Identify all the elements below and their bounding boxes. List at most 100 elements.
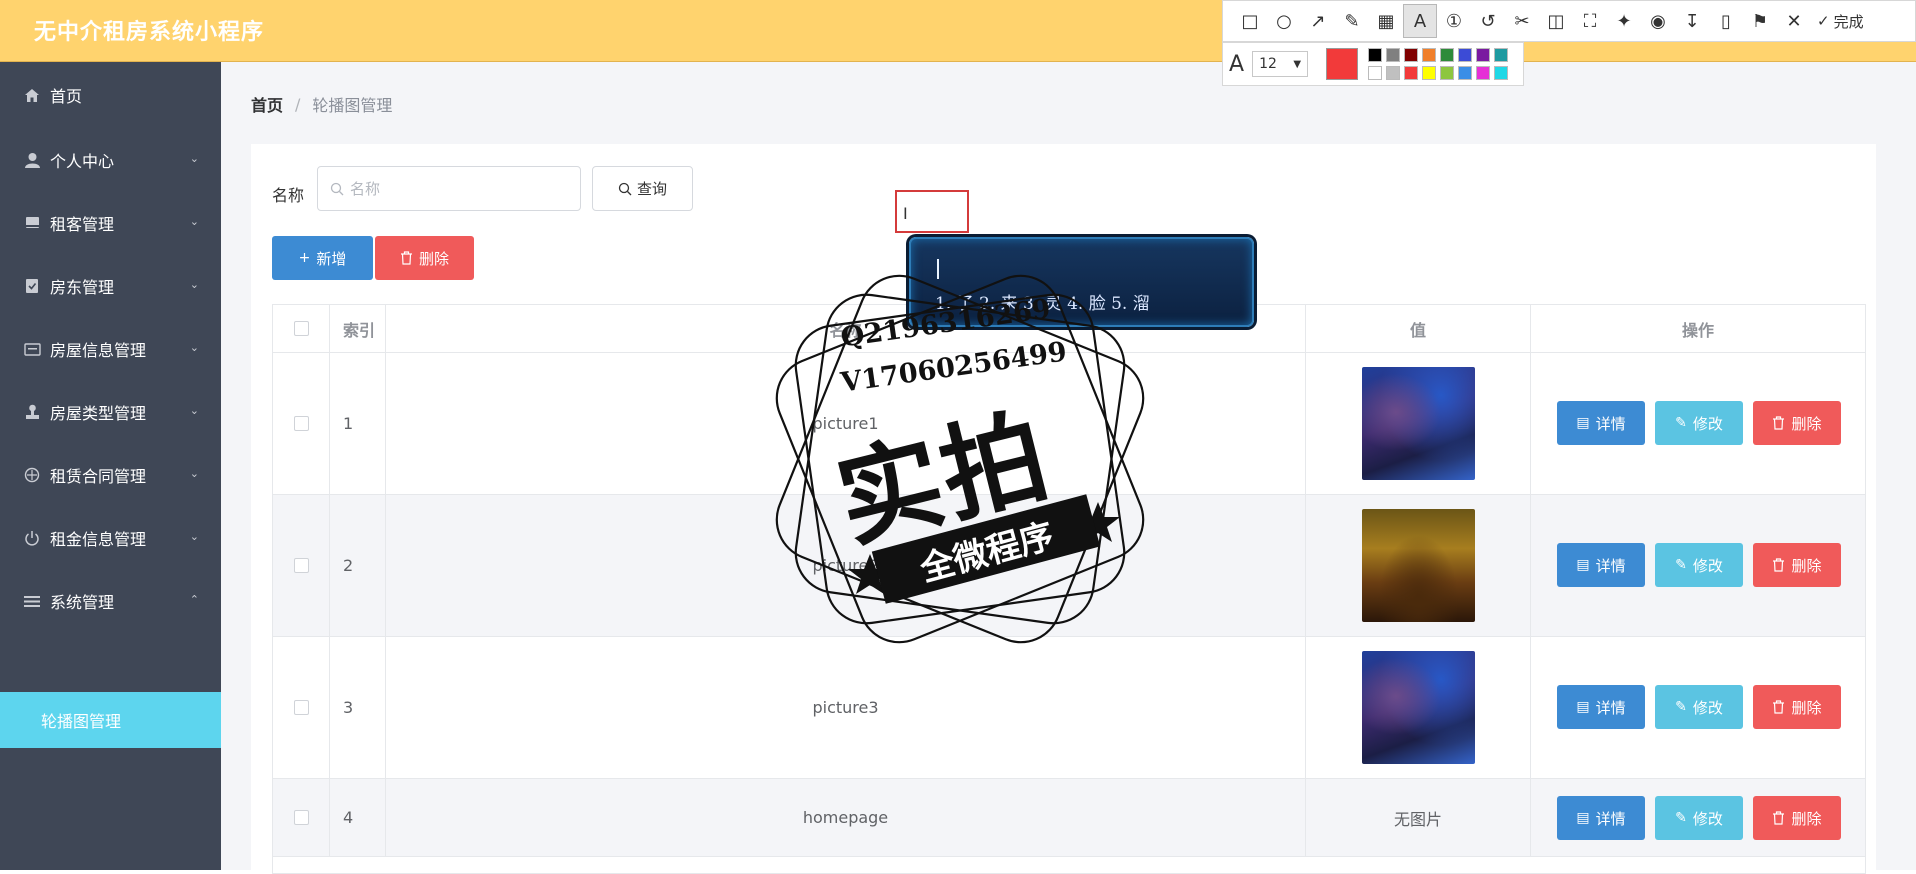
menu-icon — [22, 595, 42, 608]
sidebar-item-home[interactable]: 首页 — [0, 70, 221, 120]
row-delete-label: 删除 — [1791, 556, 1822, 575]
query-button[interactable]: 查询 — [592, 166, 693, 211]
bookmark-icon[interactable]: ⚑ — [1743, 4, 1777, 38]
pin-icon[interactable]: ✦ — [1607, 4, 1641, 38]
row-checkbox[interactable] — [293, 700, 309, 715]
detail-button[interactable]: ▤ 详情 — [1557, 796, 1645, 840]
record-icon[interactable]: ◉ — [1641, 4, 1675, 38]
detail-button[interactable]: ▤ 详情 — [1557, 685, 1645, 729]
color-swatch[interactable] — [1440, 48, 1455, 62]
color-swatch[interactable] — [1404, 66, 1419, 80]
row-delete-label: 删除 — [1791, 809, 1822, 828]
rectangle-tool-icon[interactable]: □ — [1233, 4, 1267, 38]
sidebar-item-rent-info[interactable]: 租金信息管理 ⌄ — [0, 513, 221, 563]
sidebar-item-contracts[interactable]: 租赁合同管理 ⌄ — [0, 450, 221, 500]
trash-icon — [400, 251, 412, 265]
edit-label: 修改 — [1692, 556, 1723, 575]
color-palette — [1368, 48, 1509, 80]
translate-icon[interactable]: ◫ — [1539, 4, 1573, 38]
carousel-thumbnail — [1361, 509, 1475, 622]
trash-icon — [1773, 811, 1785, 825]
pen-tool-icon[interactable]: ✎ — [1335, 4, 1369, 38]
color-swatch[interactable] — [1422, 48, 1437, 62]
trash-icon — [1773, 558, 1785, 572]
sidebar-item-profile[interactable]: 个人中心 ⌄ — [0, 135, 221, 185]
row-index: 3 — [330, 637, 386, 778]
breadcrumb-home[interactable]: 首页 — [251, 92, 283, 116]
pencil-icon: ✎ — [1675, 810, 1687, 826]
scissors-icon[interactable]: ✂ — [1505, 4, 1539, 38]
color-swatch[interactable] — [1404, 48, 1419, 62]
color-swatch[interactable] — [1386, 48, 1401, 62]
row-select-cell — [273, 353, 330, 494]
color-swatch[interactable] — [1368, 66, 1383, 80]
sidebar-item-carousel[interactable]: 轮播图管理 — [0, 692, 221, 748]
color-swatch[interactable] — [1476, 66, 1491, 80]
row-checkbox[interactable] — [293, 416, 309, 431]
card-icon — [22, 342, 42, 356]
color-swatch[interactable] — [1386, 66, 1401, 80]
header-select-cell — [273, 305, 330, 352]
row-delete-button[interactable]: 删除 — [1753, 401, 1841, 445]
sidebar-item-house-types[interactable]: 房屋类型管理 ⌄ — [0, 387, 221, 437]
font-size-select[interactable]: 12 ▼ — [1252, 51, 1309, 77]
row-delete-button[interactable]: 删除 — [1753, 543, 1841, 587]
edit-button[interactable]: ✎ 修改 — [1655, 685, 1743, 729]
color-swatch[interactable] — [1476, 48, 1491, 62]
sidebar-item-system[interactable]: 系统管理 ⌃ — [0, 576, 221, 626]
sidebar-item-house-info[interactable]: 房屋信息管理 ⌄ — [0, 324, 221, 374]
snip-toolbar: □ ○ ↗ ✎ ▦ A ① ↺ ✂ ◫ ⛶ ✦ ◉ ↧ ▯ ⚑ ✕ ✓ 完成 — [1222, 0, 1916, 42]
current-color-swatch[interactable] — [1326, 48, 1359, 80]
row-checkbox[interactable] — [293, 558, 309, 573]
color-swatch[interactable] — [1440, 66, 1455, 80]
font-size-value: 12 — [1259, 56, 1277, 72]
edit-button[interactable]: ✎ 修改 — [1655, 401, 1743, 445]
row-checkbox[interactable] — [293, 810, 309, 825]
close-icon[interactable]: ✕ — [1777, 4, 1811, 38]
color-swatch[interactable] — [1458, 66, 1473, 80]
row-index: 1 — [330, 353, 386, 494]
sidebar-item-tenants[interactable]: 租客管理 ⌄ — [0, 198, 221, 248]
color-swatch[interactable] — [1368, 48, 1383, 62]
mosaic-tool-icon[interactable]: ▦ — [1369, 4, 1403, 38]
color-swatch[interactable] — [1494, 48, 1509, 62]
color-swatch[interactable] — [1422, 66, 1437, 80]
row-delete-button[interactable]: 删除 — [1753, 796, 1841, 840]
header-ops: 操作 — [1681, 320, 1714, 340]
sidebar-item-label: 房屋类型管理 — [50, 404, 147, 423]
add-button[interactable]: + 新增 — [272, 236, 373, 280]
ocr-icon[interactable]: ⛶ — [1573, 4, 1607, 38]
arrow-tool-icon[interactable]: ↗ — [1301, 4, 1335, 38]
row-value — [1306, 495, 1531, 636]
chevron-down-icon: ⌄ — [189, 404, 199, 417]
phone-icon[interactable]: ▯ — [1709, 4, 1743, 38]
edit-button[interactable]: ✎ 修改 — [1655, 543, 1743, 587]
chevron-down-icon: ⌄ — [189, 278, 199, 291]
detail-button[interactable]: ▤ 详情 — [1557, 401, 1645, 445]
row-delete-button[interactable]: 删除 — [1753, 685, 1841, 729]
batch-delete-button[interactable]: 删除 — [375, 236, 474, 280]
done-button[interactable]: ✓ 完成 — [1817, 11, 1864, 32]
search-icon — [618, 182, 632, 195]
number-tool-icon[interactable]: ① — [1437, 4, 1471, 38]
color-swatch[interactable] — [1458, 48, 1473, 62]
search-field[interactable] — [317, 166, 581, 211]
edit-label: 修改 — [1692, 809, 1723, 828]
text-tool-icon[interactable]: A — [1403, 4, 1437, 38]
undo-icon[interactable]: ↺ — [1471, 4, 1505, 38]
row-ops: ▤ 详情 ✎ 修改 删除 — [1531, 495, 1865, 636]
sidebar-item-label: 租金信息管理 — [50, 530, 147, 549]
trash-icon — [1773, 700, 1785, 714]
chevron-down-icon: ⌄ — [189, 530, 199, 543]
color-swatch[interactable] — [1494, 66, 1509, 80]
ellipse-tool-icon[interactable]: ○ — [1267, 4, 1301, 38]
download-icon[interactable]: ↧ — [1675, 4, 1709, 38]
detail-button[interactable]: ▤ 详情 — [1557, 543, 1645, 587]
sidebar-item-label: 租客管理 — [50, 215, 115, 234]
sidebar-item-landlords[interactable]: 房东管理 ⌄ — [0, 261, 221, 311]
search-input[interactable] — [350, 179, 570, 198]
chevron-down-icon: ⌄ — [189, 215, 199, 228]
select-all-checkbox[interactable] — [293, 321, 309, 336]
edit-button[interactable]: ✎ 修改 — [1655, 796, 1743, 840]
row-ops: ▤ 详情 ✎ 修改 删除 — [1531, 779, 1865, 856]
